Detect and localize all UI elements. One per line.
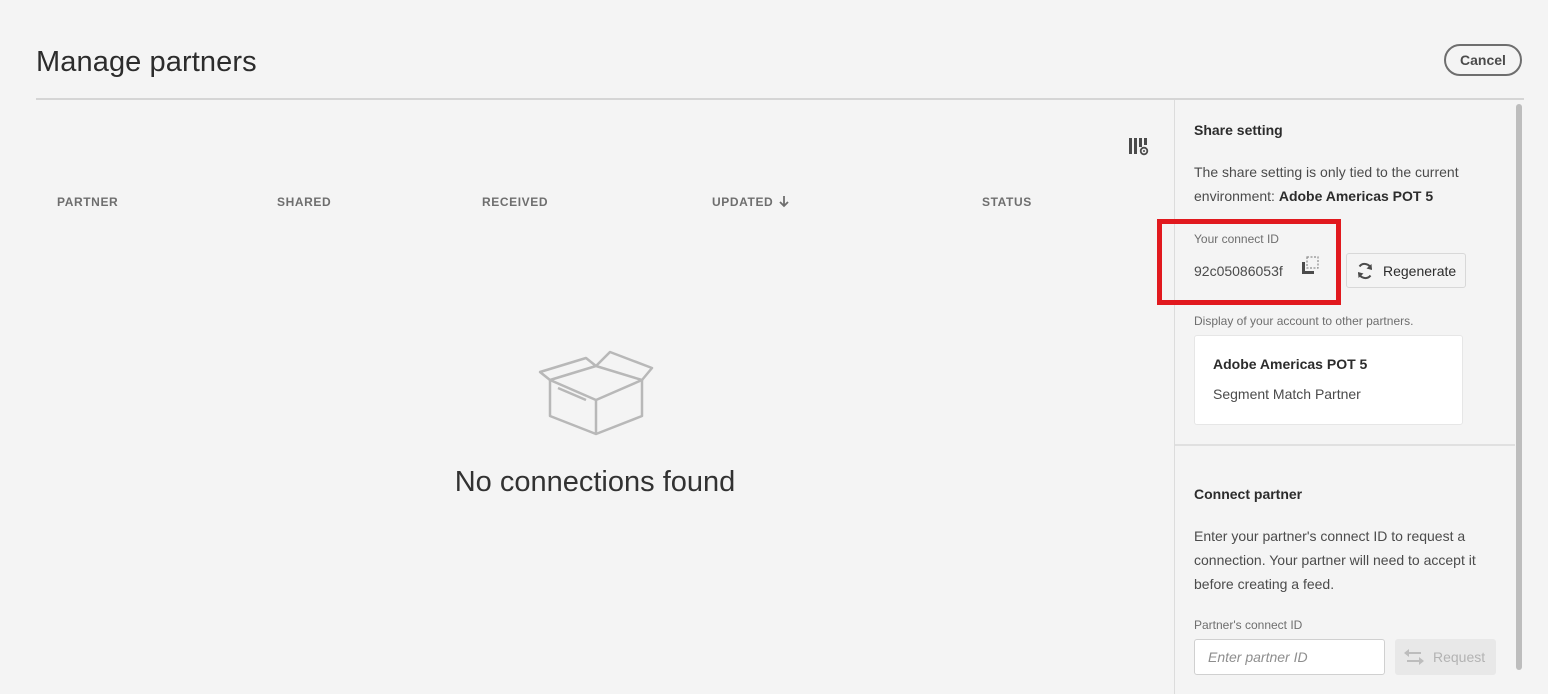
refresh-icon: [1358, 262, 1372, 279]
column-header-shared[interactable]: SHARED: [277, 195, 331, 209]
connect-partner-description: Enter your partner's connect ID to reque…: [1194, 528, 1476, 592]
account-name: Adobe Americas POT 5: [1213, 356, 1368, 372]
request-button[interactable]: Request: [1395, 639, 1496, 675]
account-display-label: Display of your account to other partner…: [1194, 314, 1414, 328]
connect-id-value: 92c05086053f: [1194, 263, 1283, 279]
swap-arrows-icon: [1404, 649, 1424, 665]
regenerate-button[interactable]: Regenerate: [1346, 253, 1466, 288]
column-header-status[interactable]: STATUS: [982, 195, 1032, 209]
partner-id-input[interactable]: [1194, 639, 1385, 675]
connect-id-label: Your connect ID: [1194, 232, 1279, 246]
request-label: Request: [1433, 649, 1486, 665]
connect-partner-heading: Connect partner: [1194, 486, 1303, 502]
environment-name: Adobe Americas POT 5: [1278, 188, 1434, 204]
regenerate-label: Regenerate: [1383, 262, 1457, 279]
column-header-updated[interactable]: UPDATED: [712, 195, 773, 209]
sort-arrow-down-icon[interactable]: [778, 194, 790, 208]
partner-connect-id-label: Partner's connect ID: [1194, 618, 1303, 632]
account-display-card: Adobe Americas POT 5 Segment Match Partn…: [1194, 335, 1463, 425]
rail-scrollbar[interactable]: [1516, 104, 1522, 670]
page-title: Manage partners: [36, 46, 257, 78]
empty-state-message: No connections found: [454, 466, 736, 498]
column-header-partner[interactable]: PARTNER: [57, 195, 118, 209]
copy-icon[interactable]: [1300, 256, 1320, 276]
empty-box-icon: [538, 350, 654, 436]
rail-section-divider: [1175, 444, 1515, 446]
column-header-received[interactable]: RECEIVED: [482, 195, 548, 209]
cancel-button[interactable]: Cancel: [1444, 44, 1522, 76]
rail-border: [1174, 100, 1175, 694]
title-divider: [36, 98, 1524, 100]
share-setting-heading: Share setting: [1194, 122, 1283, 138]
account-role: Segment Match Partner: [1213, 386, 1361, 402]
column-settings-icon[interactable]: [1128, 136, 1150, 158]
share-setting-description: The share setting is only tied to the cu…: [1194, 160, 1484, 208]
